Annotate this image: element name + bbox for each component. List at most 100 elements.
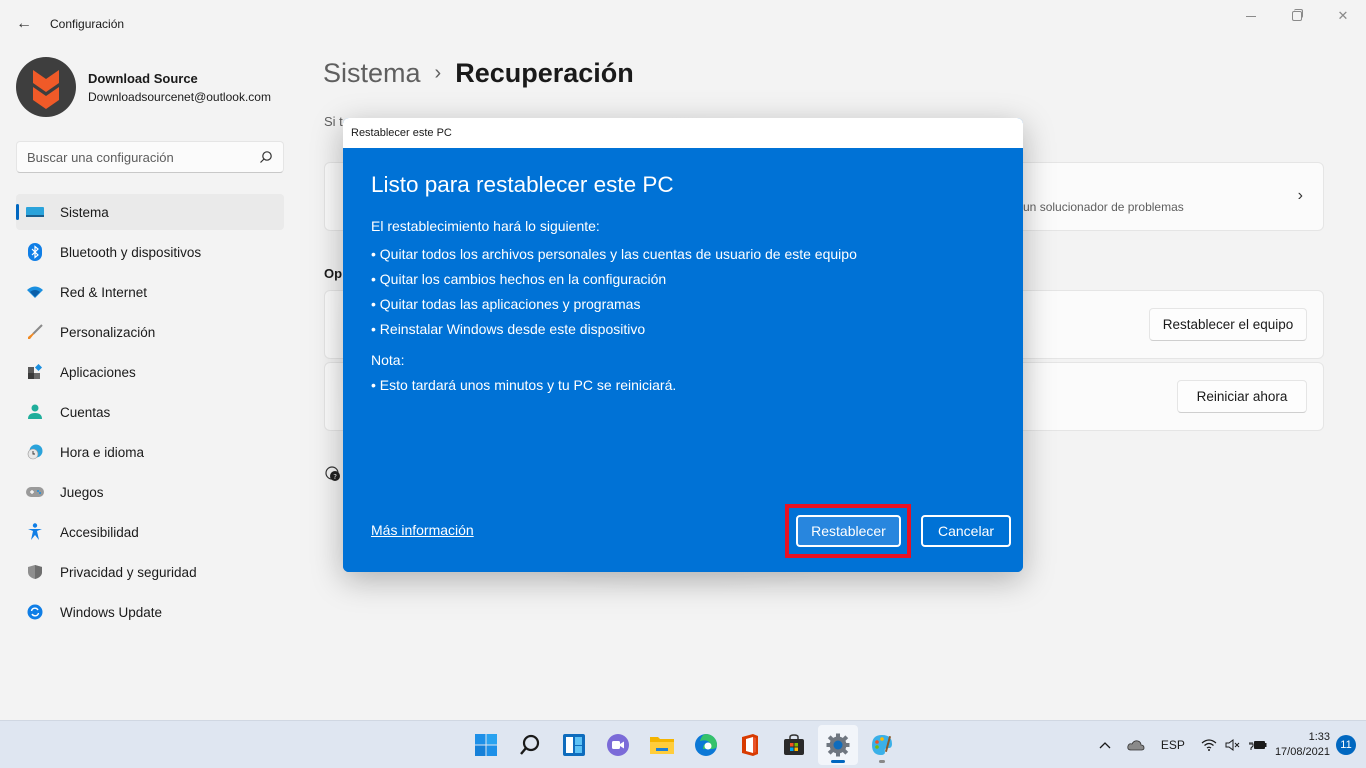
sidebar-item-sistema[interactable]: Sistema [16, 194, 284, 230]
list-item: • Quitar todos los archivos personales y… [371, 246, 857, 262]
sidebar-item-windows-update[interactable]: Windows Update [16, 594, 284, 630]
page-description: Si t [324, 114, 343, 129]
paint-button[interactable] [862, 725, 902, 765]
profile-name: Download Source [88, 70, 198, 86]
sidebar-item-label: Hora e idioma [60, 444, 145, 460]
sidebar-item-label: Privacidad y seguridad [60, 564, 197, 580]
battery-charging-icon [1248, 741, 1267, 750]
network-button[interactable] [1201, 739, 1217, 751]
sidebar-item-accesibilidad[interactable]: Accesibilidad [16, 514, 284, 550]
sidebar-item-cuentas[interactable]: Cuentas [16, 394, 284, 430]
sidebar-item-label: Accesibilidad [60, 524, 139, 540]
clock[interactable]: 1:33 17/08/2021 [1275, 730, 1330, 760]
volume-button[interactable] [1225, 739, 1241, 751]
sidebar-item-label: Windows Update [60, 604, 163, 620]
breadcrumb: Sistema › Recuperación [323, 58, 634, 89]
sidebar-item-label: Sistema [60, 204, 109, 220]
user-profile[interactable]: Download Source Downloadsourcenet@outloo… [16, 57, 271, 117]
sidebar-item-personalizacion[interactable]: Personalización [16, 314, 284, 350]
back-button[interactable]: ← [14, 14, 34, 34]
accessibility-icon [26, 523, 44, 541]
more-info-link[interactable]: Más información [371, 522, 474, 538]
sidebar-item-privacidad[interactable]: Privacidad y seguridad [16, 554, 284, 590]
paint-icon [872, 735, 892, 755]
start-icon [475, 734, 497, 756]
sidebar-item-aplicaciones[interactable]: Aplicaciones [16, 354, 284, 390]
sidebar-item-red-internet[interactable]: Red & Internet [16, 274, 284, 310]
start-button[interactable] [466, 725, 506, 765]
store-button[interactable] [774, 725, 814, 765]
search-input[interactable] [27, 149, 259, 165]
sidebar-item-label: Cuentas [60, 404, 111, 420]
app-title: Configuración [50, 17, 125, 31]
taskbar: ESP 1:33 17/08/2021 11 [0, 720, 1366, 768]
sidebar-item-juegos[interactable]: Juegos [16, 474, 284, 510]
breadcrumb-parent[interactable]: Sistema [323, 58, 421, 89]
sidebar-item-bluetooth[interactable]: Bluetooth y dispositivos [16, 234, 284, 270]
sidebar-item-label: Red & Internet [60, 284, 148, 300]
section-heading: Op [324, 266, 343, 281]
office-icon [742, 734, 758, 756]
restablecer-button[interactable]: Restablecer [796, 515, 901, 547]
system-tray: ESP 1:33 17/08/2021 11 [1091, 721, 1366, 768]
restore-button[interactable] [1274, 0, 1320, 32]
store-icon [784, 734, 804, 755]
widgets-icon [563, 734, 585, 756]
onedrive-button[interactable] [1127, 739, 1145, 751]
bluetooth-icon [26, 243, 44, 261]
sidebar-item-label: Aplicaciones [60, 364, 136, 380]
minimize-button[interactable] [1228, 0, 1274, 32]
search-icon[interactable] [259, 150, 273, 164]
show-hidden-icons-button[interactable] [1099, 741, 1111, 749]
reset-pc-button[interactable]: Restablecer el equipo [1149, 308, 1307, 341]
system-monitor-icon [26, 203, 44, 221]
avatar [16, 57, 76, 117]
edge-button[interactable] [686, 725, 726, 765]
wifi-icon [1201, 739, 1217, 751]
list-item: • Quitar todas las aplicaciones y progra… [371, 296, 641, 312]
person-icon [26, 403, 44, 421]
file-explorer-button[interactable] [642, 725, 682, 765]
settings-button[interactable] [818, 725, 858, 765]
file-explorer-icon [650, 737, 674, 754]
taskbar-search-button[interactable] [510, 725, 550, 765]
refresh-icon [26, 603, 44, 621]
wifi-icon [26, 283, 44, 301]
clock-date: 17/08/2021 [1274, 746, 1330, 758]
profile-email: Downloadsourcenet@outlook.com [88, 89, 271, 104]
office-button[interactable] [730, 725, 770, 765]
cancel-button[interactable]: Cancelar [921, 515, 1011, 547]
chevron-right-icon: › [1297, 187, 1303, 204]
dialog-title: Restablecer este PC [343, 118, 1023, 148]
arrow-left-icon: ← [16, 15, 32, 32]
breadcrumb-separator-icon: › [434, 62, 442, 84]
volume-muted-icon [1225, 739, 1240, 751]
sidebar-item-hora-idioma[interactable]: Hora e idioma [16, 434, 284, 470]
list-item: • Reinstalar Windows desde este disposit… [371, 321, 646, 337]
close-button[interactable]: ✕ [1320, 0, 1366, 32]
teams-chat-icon [607, 734, 629, 756]
restart-now-button[interactable]: Reiniciar ahora [1177, 380, 1307, 413]
notification-badge[interactable]: 11 [1336, 735, 1356, 755]
widgets-button[interactable] [554, 725, 594, 765]
list-item: • Quitar los cambios hechos en la config… [371, 271, 667, 287]
close-icon: ✕ [1337, 8, 1349, 23]
language-indicator[interactable]: ESP [1161, 738, 1185, 752]
gamepad-icon [26, 483, 44, 501]
dialog-action-list: • Quitar todos los archivos personales y… [371, 242, 857, 342]
page-title: Recuperación [455, 58, 634, 88]
search-icon [520, 734, 540, 755]
sidebar-nav: Sistema Bluetooth y dispositivos Red & I… [16, 194, 284, 634]
get-help-icon[interactable]: ? [324, 465, 342, 483]
clock-globe-icon [26, 443, 44, 461]
download-source-logo-icon [33, 70, 59, 109]
dialog-heading: Listo para restablecer este PC [371, 172, 674, 197]
battery-button[interactable] [1248, 739, 1267, 751]
restore-icon [1292, 9, 1303, 21]
chat-button[interactable] [598, 725, 638, 765]
note-text: • Esto tardará unos minutos y tu PC se r… [371, 377, 677, 393]
chevron-up-icon [1099, 742, 1111, 749]
card-subtitle: e un solucionador de problemas [1013, 200, 1184, 214]
dialog-body: Listo para restablecer este PC El restab… [343, 148, 1023, 572]
taskbar-apps [464, 721, 904, 768]
